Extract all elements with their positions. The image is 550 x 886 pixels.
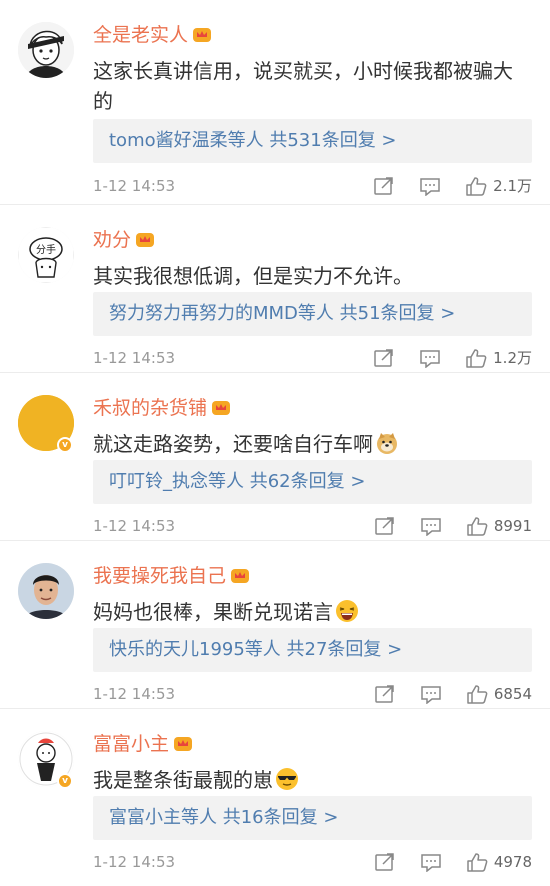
share-icon: [375, 685, 394, 703]
like-count: 1.2万: [493, 349, 532, 367]
comment-item: v 富富小主 我是整条街最靓的崽 富富小主等人 共16条回复 > 1-12 14…: [0, 709, 550, 877]
reply-button[interactable]: [419, 176, 441, 196]
username-text[interactable]: 我要操死我自己: [93, 565, 226, 587]
reply-button[interactable]: [420, 852, 442, 872]
anime-boy-avatar-icon: [18, 22, 74, 78]
thumbs-up-icon: [467, 853, 488, 872]
comment-meta: 1-12 14:53 2.1万: [93, 174, 532, 198]
like-button[interactable]: 1.2万: [465, 346, 532, 370]
username[interactable]: 禾叔的杂货铺: [93, 395, 231, 421]
comment-meta: 1-12 14:53 8991: [93, 514, 532, 538]
vip-crown-icon: [136, 233, 155, 247]
comment-meta: 1-12 14:53 6854: [93, 682, 532, 706]
timestamp: 1-12 14:53: [93, 349, 176, 367]
sunglasses-emoji-icon: [276, 768, 298, 790]
user-avatar[interactable]: [18, 22, 74, 78]
username[interactable]: 富富小主: [93, 731, 193, 757]
like-count: 8991: [493, 517, 532, 535]
like-button[interactable]: 4978: [466, 850, 532, 874]
comment-item: 分手 劝分 其实我很想低调，但是实力不允许。 努力努力再努力的MMD等人 共51…: [0, 205, 550, 373]
thumbs-up-icon: [467, 517, 488, 536]
comment-icon: [420, 178, 440, 196]
verified-badge: v: [57, 437, 73, 453]
username-text[interactable]: 全是老实人: [93, 24, 188, 46]
doge-emoji-icon: [377, 433, 397, 454]
action-bar: 8991: [350, 514, 532, 538]
user-avatar[interactable]: 分手: [18, 227, 74, 283]
replies-link[interactable]: 叮叮铃_执念等人 共62条回复 >: [93, 460, 532, 504]
comment-list: 全是老实人 这家长真讲信用，说买就买，小时候我都被骗大的 tomo酱好温柔等人 …: [0, 0, 550, 877]
reply-button[interactable]: [419, 348, 441, 368]
comment-text-content: 妈妈也很棒，果断兑现诺言: [93, 600, 333, 624]
share-button[interactable]: [374, 516, 396, 536]
replies-link[interactable]: 快乐的天儿1995等人 共27条回复 >: [93, 628, 532, 672]
share-button[interactable]: [373, 176, 395, 196]
comment-item: 我要操死我自己 妈妈也很棒，果断兑现诺言 快乐的天儿1995等人 共27条回复 …: [0, 541, 550, 709]
share-icon: [374, 349, 393, 367]
username[interactable]: 我要操死我自己: [93, 563, 250, 589]
laugh-emoji-icon: [336, 600, 358, 622]
comment-meta: 1-12 14:53 1.2万: [93, 346, 532, 370]
comment-icon: [421, 686, 441, 704]
comment-icon: [420, 350, 440, 368]
verified-badge: v: [57, 773, 73, 789]
share-button[interactable]: [373, 348, 395, 368]
comment-text: 就这走路姿势，还要啥自行车啊: [93, 429, 532, 459]
timestamp: 1-12 14:53: [93, 177, 176, 195]
reply-button[interactable]: [420, 516, 442, 536]
username[interactable]: 劝分: [93, 227, 155, 253]
username-text[interactable]: 富富小主: [93, 733, 169, 755]
share-button[interactable]: [374, 684, 396, 704]
share-button[interactable]: [374, 852, 396, 872]
comment-item: v 禾叔的杂货铺 就这走路姿势，还要啥自行车啊 叮叮铃_执念等人 共62条回复 …: [0, 373, 550, 541]
vip-crown-icon: [193, 28, 212, 42]
replies-link[interactable]: tomo酱好温柔等人 共531条回复 >: [93, 119, 532, 163]
vip-crown-icon: [231, 569, 250, 583]
share-icon: [375, 853, 394, 871]
like-count: 2.1万: [493, 177, 532, 195]
comment-text: 妈妈也很棒，果断兑现诺言: [93, 597, 532, 627]
comment-item: 全是老实人 这家长真讲信用，说买就买，小时候我都被骗大的 tomo酱好温柔等人 …: [0, 0, 550, 205]
timestamp: 1-12 14:53: [93, 853, 176, 871]
thumbs-up-icon: [466, 349, 487, 368]
vip-crown-icon: [174, 737, 193, 751]
like-count: 6854: [493, 685, 532, 703]
reply-button[interactable]: [420, 684, 442, 704]
fenshou-avatar-icon: 分手: [18, 227, 74, 283]
username[interactable]: 全是老实人: [93, 22, 212, 48]
thumbs-up-icon: [466, 177, 487, 196]
username-text[interactable]: 劝分: [93, 229, 131, 251]
vip-crown-icon: [212, 401, 231, 415]
comment-text-content: 我是整条街最靓的崽: [93, 768, 273, 792]
action-bar: 6854: [350, 682, 532, 706]
replies-link[interactable]: 努力努力再努力的MMD等人 共51条回复 >: [93, 292, 532, 336]
comment-icon: [421, 518, 441, 536]
comment-text: 其实我很想低调，但是实力不允许。: [93, 261, 532, 291]
like-button[interactable]: 8991: [466, 514, 532, 538]
timestamp: 1-12 14:53: [93, 517, 176, 535]
comment-icon: [421, 854, 441, 872]
replies-link[interactable]: 富富小主等人 共16条回复 >: [93, 796, 532, 840]
share-icon: [375, 517, 394, 535]
thumbs-up-icon: [467, 685, 488, 704]
like-count: 4978: [493, 853, 532, 871]
action-bar: 1.2万: [349, 346, 532, 370]
username-text[interactable]: 禾叔的杂货铺: [93, 397, 207, 419]
comment-text-content: 这家长真讲信用，说买就买，小时候我都被骗大的: [93, 59, 513, 113]
avatar-text: 分手: [36, 243, 56, 256]
man-photo-avatar-icon: [18, 563, 74, 619]
comment-text: 我是整条街最靓的崽: [93, 765, 532, 795]
comment-text-content: 就这走路姿势，还要啥自行车啊: [93, 432, 373, 456]
like-button[interactable]: 6854: [466, 682, 532, 706]
action-bar: 4978: [350, 850, 532, 874]
action-bar: 2.1万: [349, 174, 532, 198]
user-avatar[interactable]: [18, 563, 74, 619]
comment-text-content: 其实我很想低调，但是实力不允许。: [93, 264, 413, 288]
like-button[interactable]: 2.1万: [465, 174, 532, 198]
timestamp: 1-12 14:53: [93, 685, 176, 703]
comment-meta: 1-12 14:53 4978: [93, 850, 532, 874]
share-icon: [374, 177, 393, 195]
